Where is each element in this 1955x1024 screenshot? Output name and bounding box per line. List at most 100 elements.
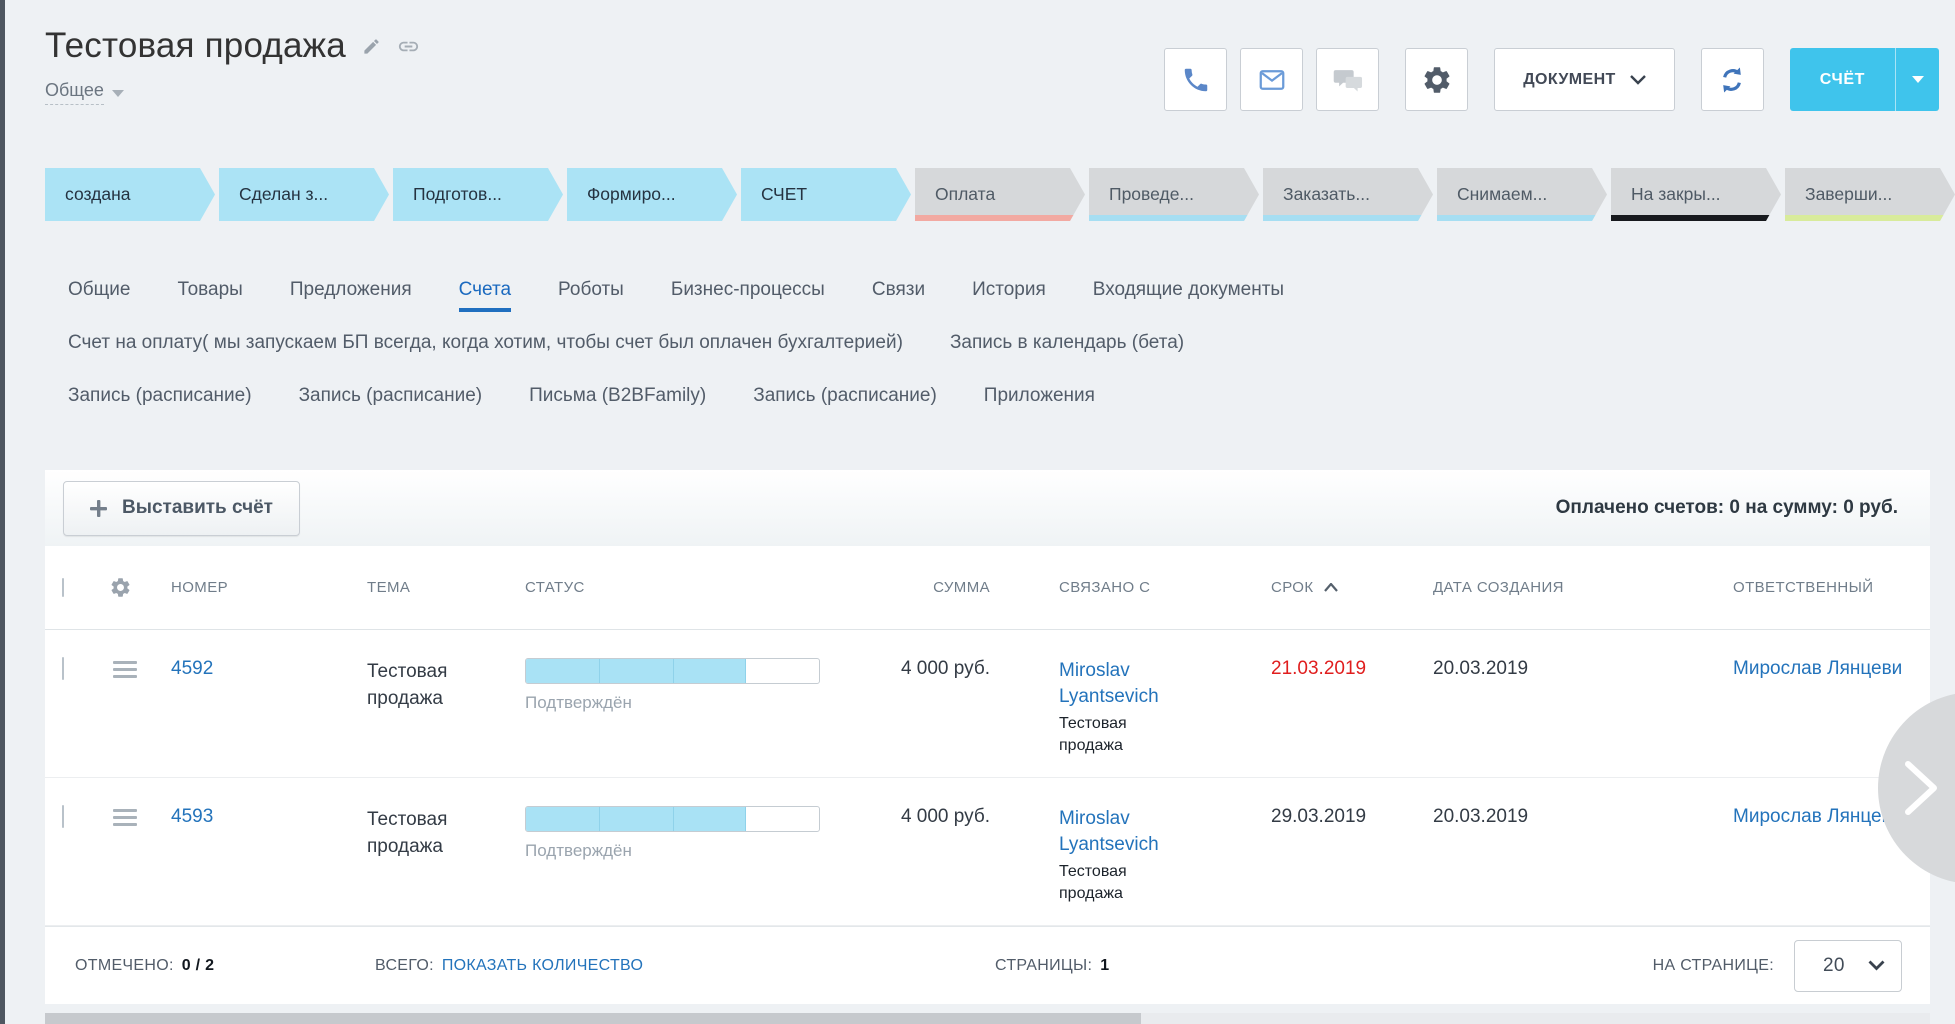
invoice-subject: Тестовая продажа bbox=[353, 658, 465, 712]
tabs-row-1: Общие Товары Предложения Счета Роботы Бизнес-… bbox=[68, 263, 1939, 316]
column-header-linked[interactable]: СВЯЗАНО С bbox=[1045, 579, 1257, 596]
invoice-amount: 4 000 руб. bbox=[863, 658, 1045, 680]
invoice-amount: 4 000 руб. bbox=[863, 806, 1045, 828]
table-header: НОМЕР ТЕМА СТАТУС СУММА СВЯЗАНО С СРОК Д… bbox=[45, 546, 1930, 630]
stage-underline bbox=[219, 215, 389, 221]
tabs-row-3: Запись (расписание) Запись (расписание) Пи… bbox=[68, 369, 1939, 422]
invoice-number-link[interactable]: 4592 bbox=[171, 658, 213, 679]
per-page-select[interactable]: 20 bbox=[1794, 940, 1902, 992]
tab-item[interactable]: Запись (расписание) bbox=[299, 385, 483, 407]
tab-item[interactable]: Счет на оплату( мы запускаем БП всегда, … bbox=[68, 332, 903, 354]
tab-item[interactable]: Бизнес-процессы bbox=[671, 279, 825, 301]
paid-summary: Оплачено счетов: 0 на сумму: 0 руб. bbox=[1556, 497, 1898, 519]
show-count-link[interactable]: ПОКАЗАТЬ КОЛИЧЕСТВО bbox=[442, 957, 643, 975]
total-counter: ВСЕГО: ПОКАЗАТЬ КОЛИЧЕСТВО bbox=[375, 957, 643, 975]
tab-item[interactable]: Письма (B2BFamily) bbox=[529, 385, 706, 407]
automation-button[interactable] bbox=[1701, 48, 1764, 111]
stage-item[interactable]: На закры... bbox=[1611, 168, 1781, 221]
chevron-down-icon bbox=[1868, 960, 1885, 971]
tab-item[interactable]: Входящие документы bbox=[1093, 279, 1284, 301]
stage-underline bbox=[393, 215, 563, 221]
status-progress-bar bbox=[525, 806, 820, 832]
column-header-status[interactable]: СТАТУС bbox=[511, 579, 863, 596]
stage-item[interactable]: Сделан з... bbox=[219, 168, 389, 221]
column-header-number[interactable]: НОМЕР bbox=[157, 579, 353, 596]
invoice-button-dropdown[interactable] bbox=[1895, 48, 1939, 111]
tab-item[interactable]: Связи bbox=[872, 279, 925, 301]
tab-item[interactable]: Предложения bbox=[290, 279, 412, 301]
stage-label: СЧЕТ bbox=[761, 184, 807, 205]
email-button[interactable] bbox=[1240, 48, 1303, 111]
category-label: Общее bbox=[45, 80, 104, 105]
link-icon[interactable] bbox=[397, 35, 420, 58]
tab-item[interactable]: Запись (расписание) bbox=[753, 385, 937, 407]
stage-label: Оплата bbox=[935, 184, 995, 205]
invoice-button[interactable]: СЧЁТ bbox=[1790, 48, 1939, 111]
stage-item[interactable]: Формиро... bbox=[567, 168, 737, 221]
tab-item[interactable]: Запись (расписание) bbox=[68, 385, 252, 407]
stage-item[interactable]: создана bbox=[45, 168, 215, 221]
row-menu-button[interactable] bbox=[113, 661, 137, 682]
invoice-number-link[interactable]: 4593 bbox=[171, 806, 213, 827]
add-invoice-button[interactable]: Выставить счёт bbox=[63, 481, 300, 536]
column-header-amount[interactable]: СУММА bbox=[863, 579, 1045, 596]
scrollbar-thumb[interactable] bbox=[45, 1013, 1141, 1024]
tabs-row-2: Счет на оплату( мы запускаем БП всегда, … bbox=[68, 316, 1939, 369]
deal-stage-bar: создана Сделан з... Подготов... Формиро.… bbox=[45, 168, 1955, 221]
tab-item[interactable]: Роботы bbox=[558, 279, 624, 301]
stage-item[interactable]: СЧЕТ bbox=[741, 168, 911, 221]
linked-contact-link[interactable]: Miroslav Lyantsevich bbox=[1059, 658, 1177, 710]
pages-indicator: СТРАНИЦЫ: 1 bbox=[995, 957, 1109, 975]
page-title: Тестовая продажа bbox=[45, 26, 346, 66]
stage-item[interactable]: Проведе... bbox=[1089, 168, 1259, 221]
row-checkbox[interactable] bbox=[62, 805, 64, 828]
responsible-link[interactable]: Мирослав Лянцеви bbox=[1733, 658, 1902, 679]
tab-item[interactable]: Товары bbox=[177, 279, 242, 301]
stage-label: Сделан з... bbox=[239, 184, 328, 205]
stage-underline bbox=[1263, 215, 1433, 221]
invoice-due-date: 29.03.2019 bbox=[1257, 806, 1419, 828]
select-all-checkbox[interactable] bbox=[62, 578, 64, 597]
edit-title-icon[interactable] bbox=[362, 37, 381, 56]
column-header-created[interactable]: ДАТА СОЗДАНИЯ bbox=[1419, 579, 1719, 596]
linked-contact-link[interactable]: Miroslav Lyantsevich bbox=[1059, 806, 1177, 858]
row-checkbox[interactable] bbox=[62, 657, 64, 680]
horizontal-scrollbar[interactable] bbox=[45, 1013, 1930, 1024]
detail-tabs: Общие Товары Предложения Счета Роботы Бизнес-… bbox=[68, 263, 1939, 422]
tab-item[interactable]: Запись в календарь (бета) bbox=[950, 332, 1184, 354]
tab-item[interactable]: Приложения bbox=[984, 385, 1095, 407]
stage-item[interactable]: Подготов... bbox=[393, 168, 563, 221]
column-header-subject[interactable]: ТЕМА bbox=[353, 579, 511, 596]
tab-item[interactable]: Счета bbox=[459, 279, 511, 301]
gear-icon bbox=[109, 576, 132, 599]
page-header: Тестовая продажа Общее bbox=[45, 26, 420, 105]
category-selector[interactable]: Общее bbox=[45, 80, 420, 105]
status-progress-fill bbox=[526, 659, 746, 683]
table-row: 4592 Тестовая продажа Подтверждён 4 000 … bbox=[45, 630, 1930, 778]
stage-item[interactable]: Заверши... bbox=[1785, 168, 1955, 221]
selected-counter: ОТМЕЧЕНО: 0 / 2 bbox=[75, 957, 214, 975]
linked-deal-title: Тестовая продажа bbox=[1059, 713, 1155, 757]
gear-icon bbox=[1421, 64, 1453, 96]
stage-item[interactable]: Оплата bbox=[915, 168, 1085, 221]
grid-settings-button[interactable] bbox=[109, 576, 157, 599]
linked-deal-title: Тестовая продажа bbox=[1059, 861, 1155, 905]
responsible-link[interactable]: Мирослав Лянцеви bbox=[1733, 806, 1902, 827]
stage-label: Снимаем... bbox=[1457, 184, 1547, 205]
chat-button[interactable] bbox=[1316, 48, 1379, 111]
row-menu-button[interactable] bbox=[113, 809, 137, 830]
column-header-responsible[interactable]: ОТВЕТСТВЕННЫЙ bbox=[1719, 579, 1930, 596]
settings-button[interactable] bbox=[1405, 48, 1468, 111]
tab-item[interactable]: История bbox=[972, 279, 1046, 301]
tab-item[interactable]: Общие bbox=[68, 279, 130, 301]
document-button[interactable]: ДОКУМЕНТ bbox=[1494, 48, 1675, 111]
stage-item[interactable]: Заказать... bbox=[1263, 168, 1433, 221]
invoice-subject: Тестовая продажа bbox=[353, 806, 465, 860]
stage-label: Формиро... bbox=[587, 184, 676, 205]
call-button[interactable] bbox=[1164, 48, 1227, 111]
invoice-status-cell: Подтверждён bbox=[511, 658, 863, 713]
stage-item[interactable]: Снимаем... bbox=[1437, 168, 1607, 221]
stage-label: Проведе... bbox=[1109, 184, 1194, 205]
stage-label: создана bbox=[65, 184, 130, 205]
column-header-due[interactable]: СРОК bbox=[1257, 579, 1419, 596]
